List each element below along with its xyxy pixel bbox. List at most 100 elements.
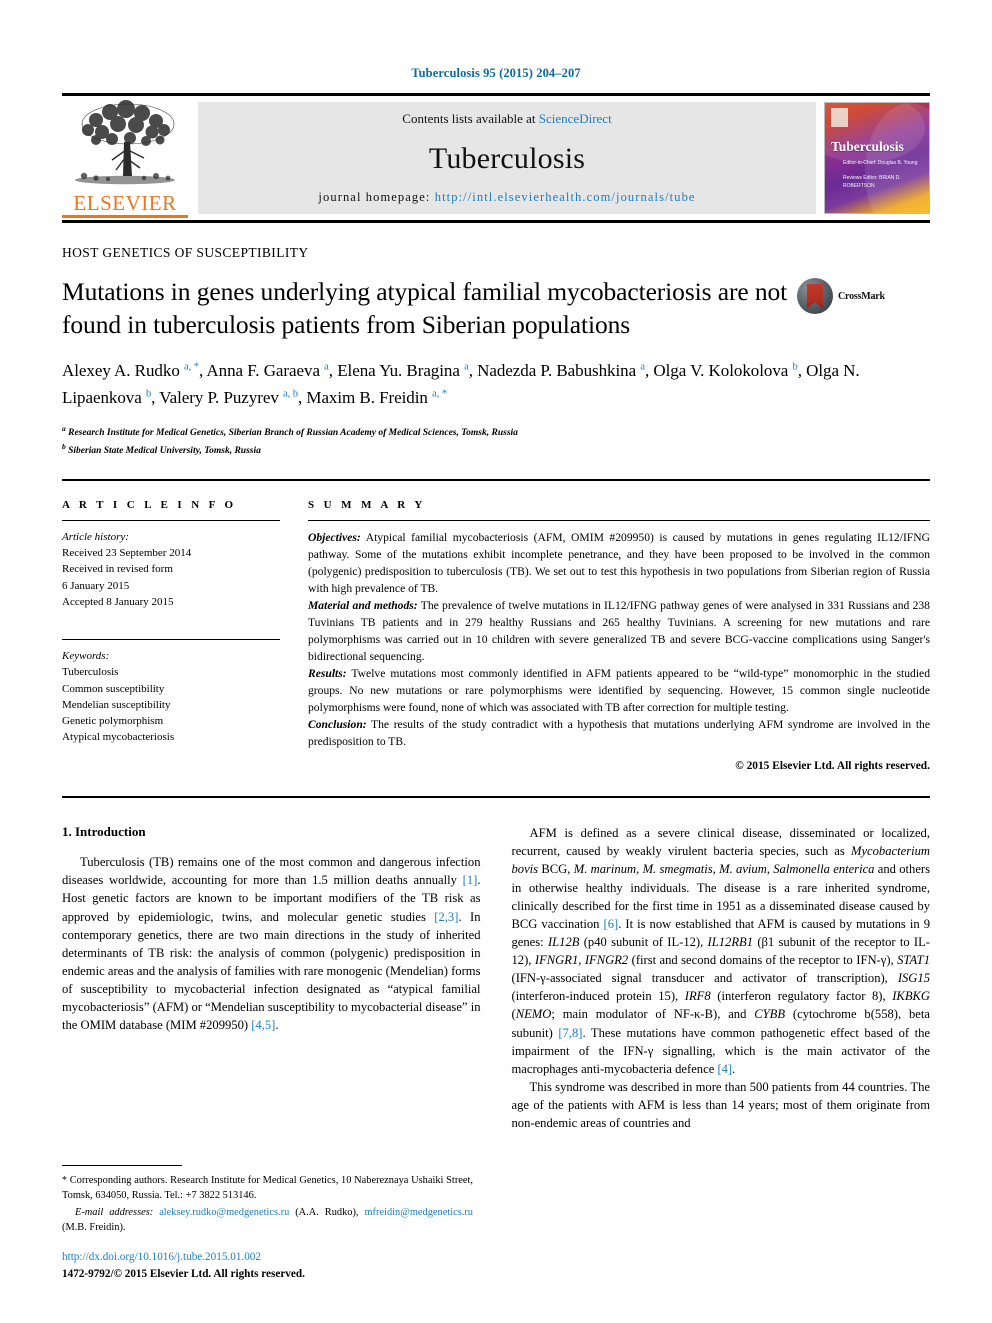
italic-term: Salmonella enterica	[773, 862, 875, 877]
abstract-paragraph: Material and methods: The prevalence of …	[308, 597, 930, 665]
corresponding-author-note: * Corresponding authors. Research Instit…	[62, 1173, 473, 1204]
contents-prefix: Contents lists available at	[402, 111, 539, 126]
keywords-block: Keywords: Tuberculosis Common susceptibi…	[62, 648, 280, 746]
journal-cover-thumbnail: Tuberculosis Editor-in-Chief: Douglas B.…	[824, 102, 930, 214]
cover-editor-line: Editor-in-Chief: Douglas B. Young	[843, 160, 918, 166]
abstract-lead: Results:	[308, 666, 347, 680]
affiliation-mark: a	[62, 423, 66, 433]
abstract-body: Objectives: Atypical familial mycobacter…	[308, 529, 930, 750]
keyword-item: Atypical mycobacteriosis	[62, 731, 175, 744]
reference-link[interactable]: [6]	[604, 917, 619, 931]
email-owner-2: (M.B. Freidin).	[62, 1222, 126, 1234]
title-row: Mutations in genes underlying atypical f…	[62, 276, 930, 341]
abstract-text: Atypical familial mycobacteriosis (AFM, …	[308, 530, 930, 595]
summary-heading: S U M M A R Y	[308, 498, 426, 511]
paper-page: Tuberculosis 95 (2015) 204–207 ELSEVIER …	[0, 0, 992, 1323]
footnote-region: * Corresponding authors. Research Instit…	[62, 1164, 473, 1283]
summary-column: S U M M A R Y Objectives: Atypical famil…	[308, 499, 930, 772]
article-history-label: Article history:	[62, 530, 129, 543]
body-column-left: 1. Introduction Tuberculosis (TB) remain…	[62, 824, 481, 1132]
cover-reviews-editor-line: Reviews Editor: BRIAN D. ROBERTSON	[843, 175, 901, 189]
italic-term: IKBKG	[892, 989, 930, 1004]
article-section-label: HOST GENETICS OF SUSCEPTIBILITY	[62, 245, 309, 260]
cover-elsevier-mark	[831, 108, 848, 127]
history-line: Received 23 September 2014	[62, 546, 192, 559]
footnote-star-icon: *	[62, 1174, 67, 1186]
email-note: E-mail addresses: aleksey.rudko@medgenet…	[62, 1205, 473, 1235]
history-line: Accepted 8 January 2015	[62, 595, 174, 608]
info-summary-region: A R T I C L E I N F O Article history: R…	[62, 499, 930, 772]
email-link-2[interactable]: mfreidin@medgenetics.ru	[364, 1207, 473, 1218]
issn-copyright-line: 1472-9792/© 2015 Elsevier Ltd. All right…	[62, 1268, 305, 1281]
abstract-paragraph: Objectives: Atypical familial mycobacter…	[308, 529, 930, 597]
keyword-item: Genetic polymorphism	[62, 715, 164, 728]
contents-banner: Contents lists available at ScienceDirec…	[198, 102, 816, 214]
journal-homepage-line: journal homepage: http://intl.elsevierhe…	[318, 190, 695, 205]
italic-term: IFNGR2	[584, 953, 629, 967]
corresponding-author-text: Corresponding authors. Research Institut…	[62, 1174, 473, 1202]
doi-block: http://dx.doi.org/10.1016/j.tube.2015.01…	[62, 1249, 473, 1283]
affiliation-mark: b	[62, 441, 66, 451]
email-link-1[interactable]: aleksey.rudko@medgenetics.ru	[159, 1207, 289, 1218]
author-name: Maxim B. Freidin	[306, 388, 428, 408]
italic-term: ISG15	[897, 971, 930, 986]
elsevier-tree-icon	[75, 100, 175, 185]
introduction-heading: 1. Introduction	[62, 824, 146, 840]
body-column-right: AFM is defined as a severe clinical dise…	[512, 824, 931, 1132]
author-name: Valery P. Puzyrev	[159, 388, 279, 408]
abstract-text: Twelve mutations most commonly identifie…	[308, 666, 930, 715]
abstract-lead: Conclusion:	[308, 718, 367, 732]
keyword-item: Common susceptibility	[62, 682, 165, 695]
sciencedirect-link[interactable]: ScienceDirect	[539, 111, 612, 126]
page-title: Mutations in genes underlying atypical f…	[62, 277, 788, 339]
homepage-prefix: journal homepage:	[318, 190, 435, 204]
crossmark-badge[interactable]: CrossMark	[797, 278, 902, 314]
doi-link[interactable]: http://dx.doi.org/10.1016/j.tube.2015.01…	[62, 1249, 473, 1266]
email-label: E-mail addresses:	[75, 1207, 154, 1219]
author-affil-mark: b	[145, 388, 152, 400]
reference-link[interactable]: [1]	[463, 873, 478, 887]
italic-term: M. smegmatis	[642, 862, 713, 877]
intro-paragraph-right-2: This syndrome was described in more than…	[511, 1079, 931, 1131]
italic-term: M. marinum	[573, 862, 637, 877]
reference-link[interactable]: [4]	[717, 1062, 732, 1076]
article-info-rule: Article history: Received 23 September 2…	[62, 519, 280, 746]
italic-term: STAT1	[897, 953, 930, 967]
italic-term: IRF8	[684, 989, 711, 1004]
keywords-rule: Keywords: Tuberculosis Common susceptibi…	[62, 639, 280, 746]
journal-title: Tuberculosis	[428, 141, 586, 175]
history-line: 6 January 2015	[62, 579, 130, 592]
author-list: Alexey A. Rudko a, *, Anna F. Garaeva a,…	[62, 361, 860, 408]
affiliation-list: a Research Institute for Medical Genetic…	[62, 423, 930, 459]
author-affil-mark: a	[464, 361, 469, 373]
italic-term: IL12B	[547, 934, 580, 949]
divider-above-info	[62, 478, 930, 481]
author-affil-mark: a	[640, 361, 645, 373]
running-head: Tuberculosis 95 (2015) 204–207	[411, 66, 581, 80]
affiliation-item: b Siberian State Medical University, Tom…	[62, 441, 261, 456]
abstract-paragraph: Conclusion: The results of the study con…	[308, 716, 930, 750]
abstract-lead: Material and methods:	[308, 598, 418, 612]
keywords-label: Keywords:	[62, 650, 110, 663]
abstract-text: The results of the study contradict with…	[308, 718, 930, 749]
homepage-link[interactable]: http://intl.elsevierhealth.com/journals/…	[435, 190, 696, 204]
italic-term: NEMO	[515, 1007, 552, 1022]
affiliation-item: a Research Institute for Medical Genetic…	[62, 423, 518, 439]
italic-term: IFNGR1	[534, 953, 579, 967]
article-history-block: Article history: Received 23 September 2…	[62, 529, 280, 610]
crossmark-label: CrossMark	[838, 290, 885, 302]
reference-link[interactable]: [2,3]	[434, 910, 458, 924]
crossmark-icon	[797, 278, 833, 314]
italic-term: IL12RB1	[707, 934, 754, 949]
elsevier-wordmark: ELSEVIER	[62, 193, 188, 218]
journal-masthead: ELSEVIER Contents lists available at Sci…	[62, 93, 930, 223]
cover-title: Tuberculosis	[831, 139, 904, 154]
author-affil-mark: a, b	[283, 388, 298, 400]
italic-term: CYBB	[754, 1007, 786, 1022]
author-name: Alexey A. Rudko	[62, 361, 180, 381]
reference-link[interactable]: [7,8]	[558, 1026, 582, 1040]
reference-link[interactable]: [4,5]	[251, 1018, 275, 1032]
article-info-column: A R T I C L E I N F O Article history: R…	[62, 499, 308, 772]
author-name: Elena Yu. Bragina	[337, 361, 460, 381]
